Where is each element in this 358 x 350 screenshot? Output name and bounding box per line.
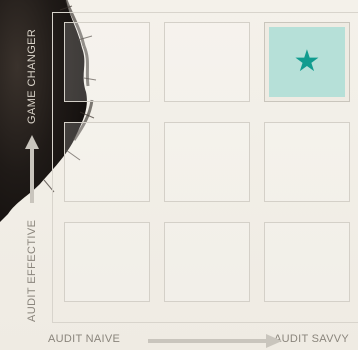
x-axis-low-label: AUDIT NAIVE	[48, 333, 121, 345]
grid-cell-r1-c1	[64, 22, 150, 102]
y-axis-low-label: AUDIT EFFECTIVE	[26, 219, 38, 322]
grid-cell-r3-c2	[164, 222, 250, 302]
grid-cell-r1-c3: ★	[264, 22, 350, 102]
y-axis-high-label: GAME CHANGER	[26, 28, 38, 124]
x-axis-arrow-icon	[148, 334, 282, 348]
star-icon: ★	[293, 44, 321, 79]
frame-top-line	[52, 12, 358, 13]
grid-cell-r2-c3	[264, 122, 350, 202]
grid-cell-r3-c3	[264, 222, 350, 302]
frame-bottom-line	[52, 322, 358, 323]
grid-cell-r1-c2	[164, 22, 250, 102]
grid-cell-r2-c1	[64, 122, 150, 202]
grid-cell-r3-c1	[64, 222, 150, 302]
grid-cell-r2-c2	[164, 122, 250, 202]
matrix-stage: ★ AUDIT EFFECTIVE GAME CHANGER AUDIT NAI…	[0, 0, 358, 350]
frame-left-line	[52, 12, 53, 322]
y-axis-arrow-icon	[25, 135, 39, 203]
